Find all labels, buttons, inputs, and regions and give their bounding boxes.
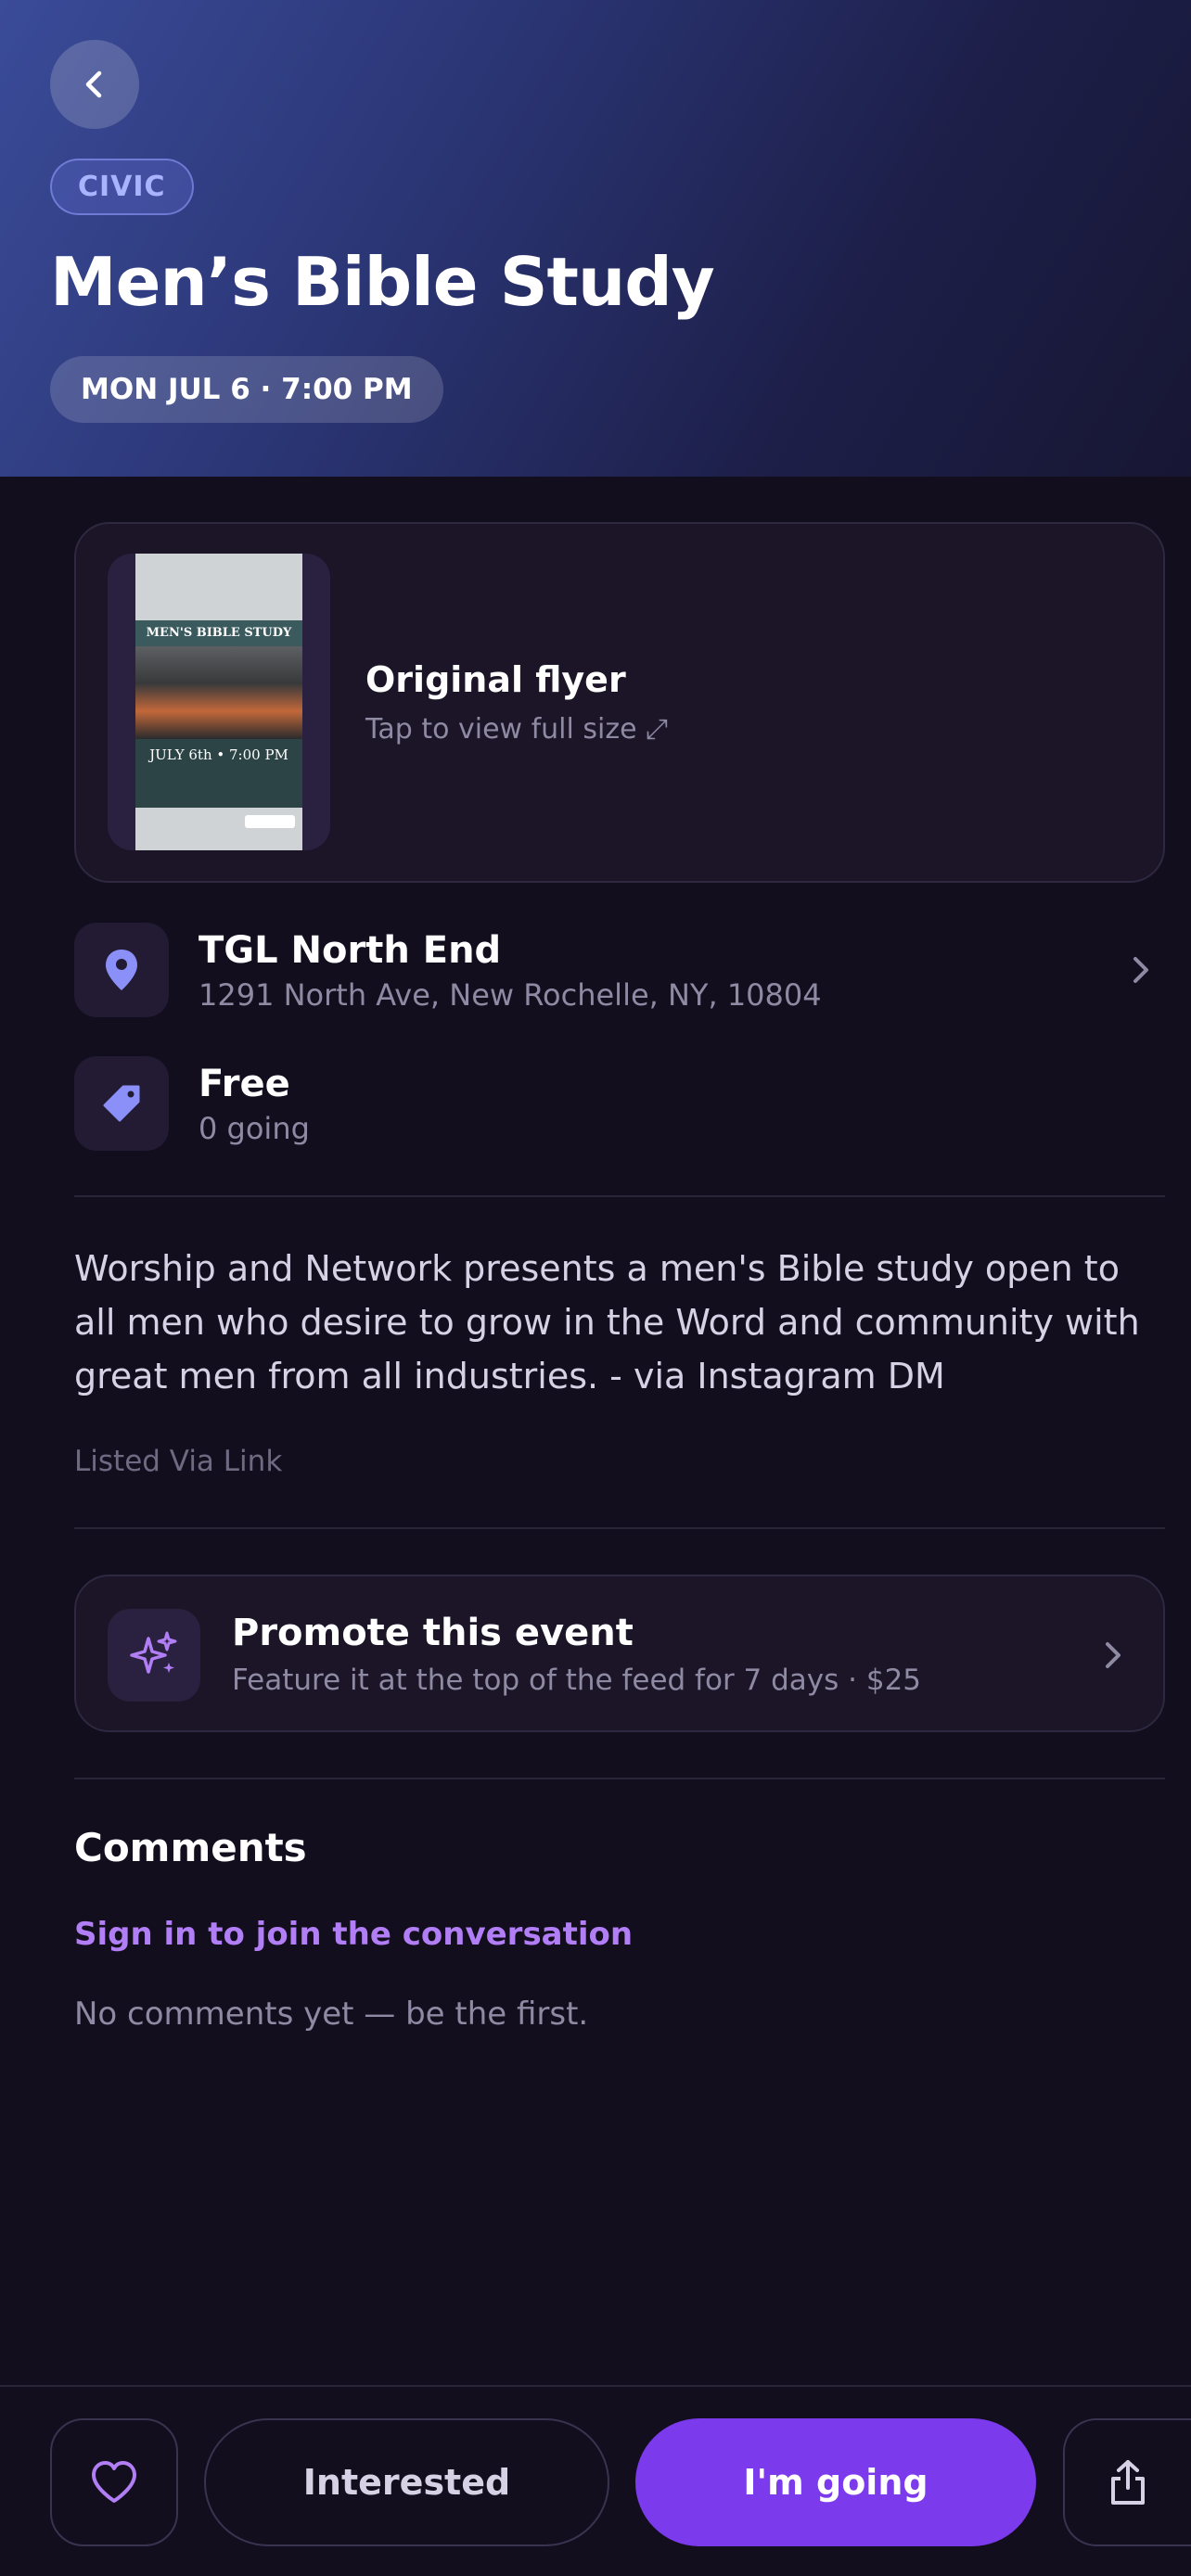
original-flyer-card[interactable]: MEN'S BIBLE STUDY JULY 6th • 7:00 PM Ori… — [74, 522, 1165, 883]
promote-title: Promote this event — [232, 1612, 634, 1654]
venue-address: 1291 North Ave, New Rochelle, NY, 10804 — [198, 977, 822, 1013]
tag-icon — [103, 1085, 140, 1122]
category-badge: CIVIC — [50, 159, 194, 215]
comments-heading: Comments — [74, 1825, 307, 1870]
flyer-thumbnail-frame: MEN'S BIBLE STUDY JULY 6th • 7:00 PM — [108, 554, 330, 850]
flyer-date-band: JULY 6th • 7:00 PM — [135, 739, 302, 808]
sign-in-link[interactable]: Sign in to join the conversation — [74, 1916, 633, 1953]
chevron-left-icon — [85, 70, 102, 98]
interested-button[interactable]: Interested — [204, 2418, 609, 2546]
chevron-right-icon — [1133, 957, 1148, 983]
share-icon — [1111, 2460, 1145, 2505]
event-header: CIVIC Men’s Bible Study MON JUL 6 · 7:00… — [0, 0, 1191, 477]
favorite-button[interactable] — [50, 2418, 178, 2546]
heart-icon — [92, 2461, 136, 2503]
promote-event-card[interactable]: Promote this event Feature it at the top… — [74, 1575, 1165, 1732]
map-pin-icon — [106, 950, 137, 990]
flyer-thumbnail: MEN'S BIBLE STUDY JULY 6th • 7:00 PM — [135, 554, 302, 850]
event-description: Worship and Network presents a men's Bib… — [74, 1248, 1140, 1396]
price-icon-tile — [74, 1056, 169, 1151]
price-label: Free — [198, 1063, 290, 1105]
flyer-photo — [135, 646, 302, 739]
sparkles-icon — [130, 1631, 177, 1674]
back-button[interactable] — [50, 40, 139, 129]
divider — [74, 1195, 1165, 1197]
event-title: Men’s Bible Study — [50, 243, 715, 321]
promote-subtitle: Feature it at the top of the feed for 7 … — [232, 1664, 922, 1697]
listing-source: Listed Via Link — [74, 1445, 283, 1478]
going-count: 0 going — [198, 1111, 310, 1146]
flyer-heading-band: MEN'S BIBLE STUDY — [135, 620, 302, 646]
flyer-logo — [245, 815, 295, 828]
divider — [74, 1778, 1165, 1779]
share-button[interactable] — [1063, 2418, 1191, 2546]
venue-icon-tile — [74, 923, 169, 1017]
empty-comments-text: No comments yet — be the first. — [74, 1996, 589, 2033]
flyer-subtitle: Tap to view full size ⤢ — [365, 713, 669, 746]
event-detail-screen: CIVIC Men’s Bible Study MON JUL 6 · 7:00… — [0, 0, 1191, 2576]
bottom-action-bar: Interested I'm going — [0, 2385, 1191, 2576]
promote-icon-tile — [108, 1609, 200, 1702]
chevron-right-icon — [1106, 1642, 1121, 1668]
going-button[interactable]: I'm going — [635, 2418, 1036, 2546]
flyer-title: Original flyer — [365, 659, 626, 700]
event-datetime-badge: MON JUL 6 · 7:00 PM — [50, 356, 443, 423]
venue-name: TGL North End — [198, 929, 502, 972]
divider — [74, 1527, 1165, 1529]
